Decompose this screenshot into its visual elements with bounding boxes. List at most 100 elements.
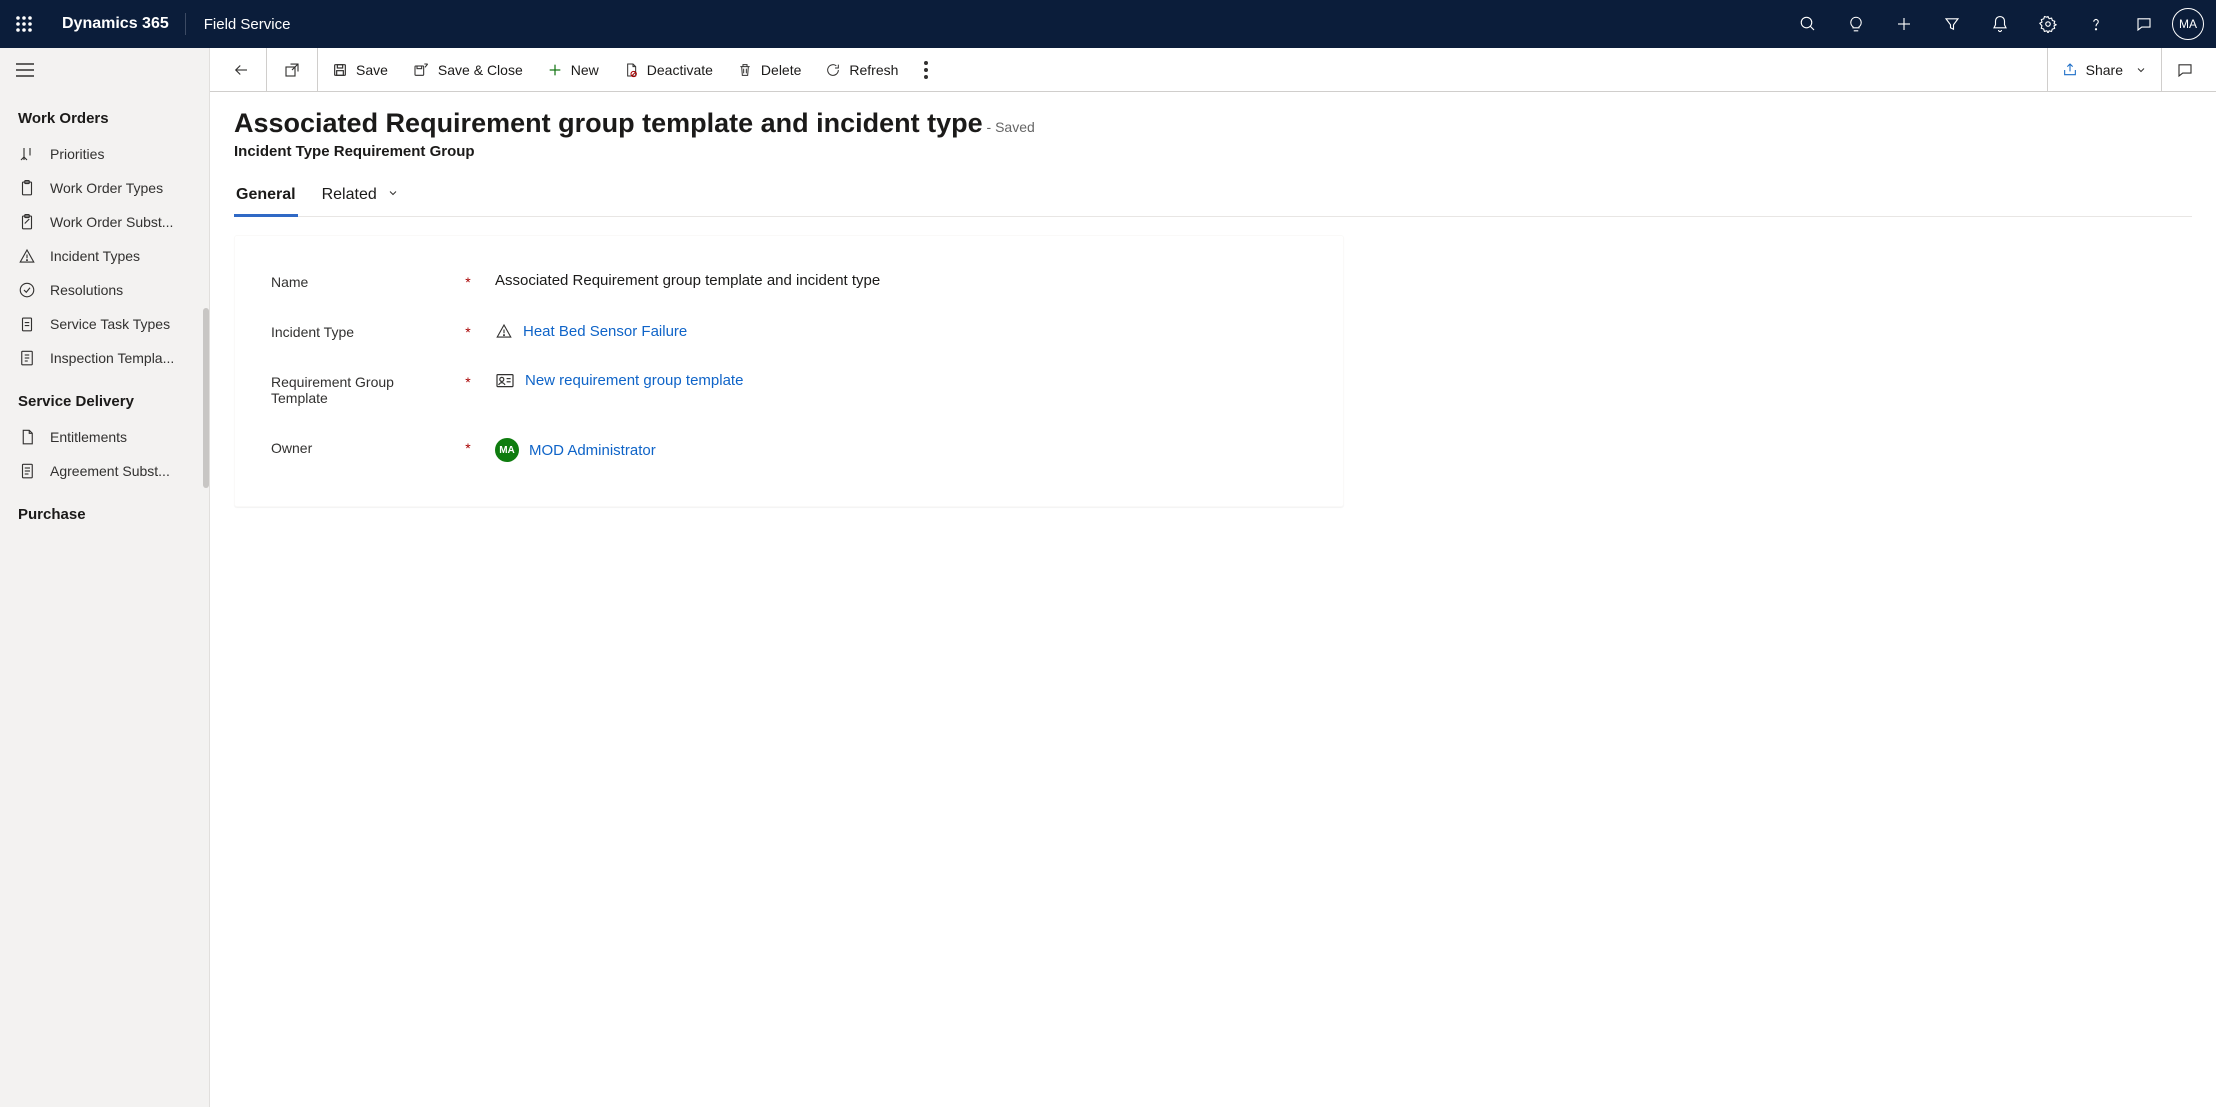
app-launcher-button[interactable]: [0, 0, 48, 48]
sidebar-item-priorities[interactable]: Priorities: [0, 137, 209, 171]
sidebar-item-work-order-types[interactable]: Work Order Types: [0, 171, 209, 205]
page-title: Associated Requirement group template an…: [234, 108, 983, 138]
chevron-down-icon: [387, 187, 399, 199]
user-avatar[interactable]: MA: [2172, 8, 2204, 40]
field-owner: Owner * MA MOD Administrator: [271, 422, 1307, 478]
share-label: Share: [2086, 62, 2123, 78]
requirement-group-lookup[interactable]: New requirement group template: [495, 372, 1307, 389]
question-icon: [2087, 15, 2105, 33]
more-vertical-icon: [924, 61, 928, 79]
field-label: Incident Type: [271, 322, 441, 340]
lookup-value[interactable]: New requirement group template: [525, 372, 743, 389]
save-icon: [332, 62, 348, 78]
sidebar-item-service-task-types[interactable]: Service Task Types: [0, 307, 209, 341]
brand-label[interactable]: Dynamics 365: [48, 15, 183, 33]
settings-button[interactable]: [2024, 0, 2072, 48]
ideas-button[interactable]: [1832, 0, 1880, 48]
delete-button[interactable]: Delete: [725, 48, 813, 92]
sidebar-item-label: Resolutions: [50, 282, 123, 298]
share-button[interactable]: Share: [2047, 48, 2162, 92]
field-value: Associated Requirement group template an…: [495, 272, 880, 289]
sidebar-item-label: Agreement Subst...: [50, 463, 170, 479]
arrow-left-icon: [232, 61, 250, 79]
lookup-value[interactable]: Heat Bed Sensor Failure: [523, 323, 687, 340]
separator: [317, 48, 318, 92]
delete-label: Delete: [761, 62, 801, 78]
required-mark: *: [461, 372, 475, 390]
sidebar-item-label: Work Order Types: [50, 180, 163, 196]
trash-icon: [737, 62, 753, 78]
field-label: Requirement Group Template: [271, 372, 441, 406]
sidebar-item-resolutions[interactable]: Resolutions: [0, 273, 209, 307]
back-button[interactable]: [218, 48, 264, 92]
save-close-button[interactable]: Save & Close: [400, 48, 535, 92]
sidebar-item-label: Service Task Types: [50, 316, 170, 332]
sidebar-item-label: Priorities: [50, 146, 104, 162]
priorities-icon: [18, 145, 36, 163]
deactivate-icon: [623, 62, 639, 78]
assistant-button[interactable]: [2120, 0, 2168, 48]
waffle-icon: [16, 16, 32, 32]
save-close-label: Save & Close: [438, 62, 523, 78]
tab-related[interactable]: Related: [320, 178, 402, 216]
name-input[interactable]: Associated Requirement group template an…: [495, 272, 1307, 289]
module-label[interactable]: Field Service: [188, 16, 307, 33]
tab-general[interactable]: General: [234, 178, 298, 217]
sidebar-item-label: Inspection Templa...: [50, 350, 174, 366]
sidebar-item-inspection-templates[interactable]: Inspection Templa...: [0, 341, 209, 375]
sidebar-item-entitlements[interactable]: Entitlements: [0, 420, 209, 454]
sidebar-group-service-delivery: Service Delivery: [0, 375, 209, 420]
sidebar-item-agreement-substatus[interactable]: Agreement Subst...: [0, 454, 209, 488]
divider: [185, 13, 186, 35]
chat-icon: [2176, 61, 2194, 79]
help-button[interactable]: [2072, 0, 2120, 48]
sidebar-toggle[interactable]: [0, 48, 209, 92]
document-list-icon: [18, 349, 36, 367]
task-board-icon: [18, 315, 36, 333]
refresh-button[interactable]: Refresh: [813, 48, 910, 92]
bell-icon: [1991, 15, 2009, 33]
sidebar: Work Orders Priorities Work Order Types …: [0, 48, 210, 1107]
more-commands-button[interactable]: [910, 48, 942, 92]
create-button[interactable]: [1880, 0, 1928, 48]
lookup-value[interactable]: MOD Administrator: [529, 442, 656, 459]
command-bar: Save Save & Close New Deactivate Delete: [210, 48, 2216, 92]
separator: [266, 48, 267, 92]
funnel-icon: [1943, 15, 1961, 33]
sidebar-item-work-order-substatus[interactable]: Work Order Subst...: [0, 205, 209, 239]
hamburger-icon: [16, 63, 34, 77]
warning-triangle-icon: [495, 322, 513, 340]
sidebar-item-label: Entitlements: [50, 429, 127, 445]
save-label: Save: [356, 62, 388, 78]
assistant-pane-button[interactable]: [2162, 48, 2208, 92]
field-label: Owner: [271, 438, 441, 456]
field-name: Name * Associated Requirement group temp…: [271, 256, 1307, 306]
notifications-button[interactable]: [1976, 0, 2024, 48]
required-mark: *: [461, 322, 475, 340]
plus-icon: [1895, 15, 1913, 33]
incident-type-lookup[interactable]: Heat Bed Sensor Failure: [495, 322, 1307, 340]
sidebar-item-incident-types[interactable]: Incident Types: [0, 239, 209, 273]
sidebar-group-purchase: Purchase: [0, 488, 209, 533]
check-circle-icon: [18, 281, 36, 299]
sidebar-item-label: Work Order Subst...: [50, 214, 173, 230]
open-new-window-button[interactable]: [269, 48, 315, 92]
clipboard-edit-icon: [18, 213, 36, 231]
required-mark: *: [461, 272, 475, 290]
avatar-initials: MA: [2179, 17, 2197, 31]
owner-lookup[interactable]: MA MOD Administrator: [495, 438, 1307, 462]
search-button[interactable]: [1784, 0, 1832, 48]
tab-label: General: [236, 186, 296, 203]
field-requirement-group: Requirement Group Template * New require…: [271, 356, 1307, 422]
new-label: New: [571, 62, 599, 78]
new-button[interactable]: New: [535, 48, 611, 92]
deactivate-button[interactable]: Deactivate: [611, 48, 725, 92]
contact-card-icon: [495, 373, 515, 389]
save-close-icon: [412, 62, 430, 78]
filter-button[interactable]: [1928, 0, 1976, 48]
save-button[interactable]: Save: [320, 48, 400, 92]
scrollbar[interactable]: [203, 308, 209, 488]
owner-avatar-icon: MA: [495, 438, 519, 462]
tab-label: Related: [322, 186, 377, 203]
search-icon: [1799, 15, 1817, 33]
